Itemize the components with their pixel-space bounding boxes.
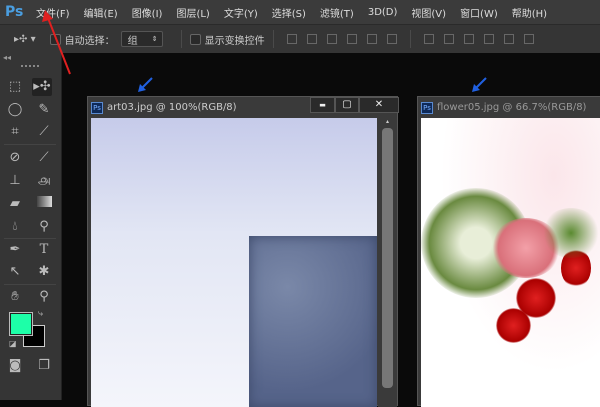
type-tool-icon[interactable]: T [34, 241, 54, 259]
ps-document-icon: Ps [421, 101, 433, 114]
move-tool-icon[interactable]: ▸✣ [32, 78, 52, 96]
scroll-up-icon[interactable]: ▴ [378, 118, 397, 128]
ps-document-icon: Ps [91, 101, 103, 114]
custom-shape-tool-icon[interactable]: ✱ [34, 263, 54, 281]
divider [4, 238, 56, 239]
document-title: art03.jpg @ 100%(RGB/8) [107, 102, 237, 113]
menu-bar: Ps 文件(F) 编辑(E) 图像(I) 图层(L) 文字(Y) 选择(S) 滤… [0, 0, 600, 24]
eyedropper-tool-icon[interactable]: ⟋ [34, 123, 54, 141]
move-tool-preset-icon[interactable]: ▸✣ ▾ [14, 34, 36, 45]
canvas-art03[interactable] [91, 118, 377, 407]
minimize-button[interactable]: ▬ [310, 97, 335, 113]
menu-select[interactable]: 选择(S) [272, 5, 306, 20]
maximize-button[interactable]: ▢ [335, 97, 359, 113]
align-left-icon[interactable] [346, 34, 357, 44]
toolbox: ◂◂ ⬚ ▸✣ ◯ ✎ ⌗ ⟋ ⊘ ⟋ ⊥ ௮ ▰ 💧︎ ⚲ ✒ T ↖ ✱ ✋… [0, 53, 62, 400]
divider [409, 30, 411, 48]
eraser-tool-icon[interactable]: ▰ [5, 195, 25, 213]
canvas-flower05[interactable] [421, 118, 600, 407]
brush-tool-icon[interactable]: ⟋ [34, 149, 54, 167]
blue-annotation-arrow [138, 77, 153, 92]
foreground-color-swatch[interactable] [9, 312, 33, 336]
dropdown-arrow-icon: ⇕ [151, 35, 158, 43]
collapse-icon[interactable]: ◂◂ [3, 53, 11, 62]
stamp-tool-icon[interactable]: ⊥ [5, 172, 25, 190]
distribute-bottom-icon[interactable] [463, 34, 474, 44]
options-bar: ▸✣ ▾ 自动选择： 组 ⇕ 显示变换控件 [0, 24, 600, 53]
menu-image[interactable]: 图像(I) [132, 5, 163, 20]
gradient-tool-icon[interactable] [34, 195, 54, 213]
distribute-top-icon[interactable] [423, 34, 434, 44]
red-annotation-arrow [42, 10, 71, 75]
vertical-scrollbar[interactable]: ▴ [378, 118, 397, 407]
blue-annotation-arrow [472, 77, 487, 92]
auto-select-dropdown[interactable]: 组 ⇕ [120, 31, 163, 47]
divider [4, 284, 56, 285]
drag-handle[interactable] [21, 65, 39, 67]
zoom-tool-icon[interactable]: ⚲ [34, 288, 54, 306]
menu-filter[interactable]: 滤镜(T) [320, 5, 354, 20]
show-transform-checkbox[interactable] [189, 33, 201, 45]
divider [180, 30, 182, 48]
menu-3d[interactable]: 3D(D) [368, 7, 398, 18]
align-hcenter-icon[interactable] [366, 34, 377, 44]
auto-select-value: 组 [127, 35, 138, 47]
quick-selection-tool-icon[interactable]: ✎ [34, 101, 54, 119]
distribute-left-icon[interactable] [483, 34, 494, 44]
ps-logo: Ps [5, 4, 24, 20]
quick-mask-icon[interactable]: ◙ [5, 357, 25, 375]
blur-tool-icon[interactable]: 💧︎ [5, 218, 25, 236]
divider [4, 144, 56, 145]
distribute-hcenter-icon[interactable] [503, 34, 514, 44]
close-button[interactable]: ✕ [359, 97, 399, 113]
path-selection-tool-icon[interactable]: ↖ [5, 263, 25, 281]
show-transform-label: 显示变换控件 [204, 35, 265, 47]
align-vcenter-icon[interactable] [306, 34, 317, 44]
menu-window[interactable]: 窗口(W) [460, 5, 498, 20]
marquee-tool-icon[interactable]: ⬚ [5, 78, 25, 96]
pen-tool-icon[interactable]: ✒ [5, 241, 25, 259]
menu-type[interactable]: 文字(Y) [224, 5, 258, 20]
document-window-art03: Ps art03.jpg @ 100%(RGB/8) ▬ ▢ ✕ ▴ [87, 96, 399, 407]
hand-tool-icon[interactable]: ✋︎ [5, 288, 25, 306]
flower-bouquet-image [421, 178, 600, 348]
dodge-tool-icon[interactable]: ⚲ [34, 218, 54, 236]
document-title-bar[interactable]: Ps flower05.jpg @ 66.7%(RGB/8) [418, 97, 600, 118]
menu-edit[interactable]: 编辑(E) [84, 5, 118, 20]
swap-colors-icon[interactable]: ⤷ [38, 309, 43, 319]
divider [272, 30, 274, 48]
menu-view[interactable]: 视图(V) [411, 5, 446, 20]
screen-mode-icon[interactable]: ❐ [34, 357, 54, 375]
document-window-flower05: Ps flower05.jpg @ 66.7%(RGB/8) [417, 96, 600, 407]
menu-help[interactable]: 帮助(H) [512, 5, 547, 20]
align-bottom-icon[interactable] [326, 34, 337, 44]
distribute-right-icon[interactable] [523, 34, 534, 44]
menu-layer[interactable]: 图层(L) [176, 5, 209, 20]
default-colors-icon[interactable]: ◪ [9, 339, 17, 348]
distribute-vcenter-icon[interactable] [443, 34, 454, 44]
crop-tool-icon[interactable]: ⌗ [5, 123, 25, 141]
align-top-icon[interactable] [286, 34, 297, 44]
gray-blue-panel-image [249, 236, 377, 407]
lasso-tool-icon[interactable]: ◯ [5, 101, 25, 119]
align-right-icon[interactable] [386, 34, 397, 44]
healing-tool-icon[interactable]: ⊘ [5, 149, 25, 167]
document-title: flower05.jpg @ 66.7%(RGB/8) [437, 102, 587, 113]
history-brush-tool-icon[interactable]: ௮ [34, 172, 54, 190]
scrollbar-thumb[interactable] [382, 128, 393, 388]
